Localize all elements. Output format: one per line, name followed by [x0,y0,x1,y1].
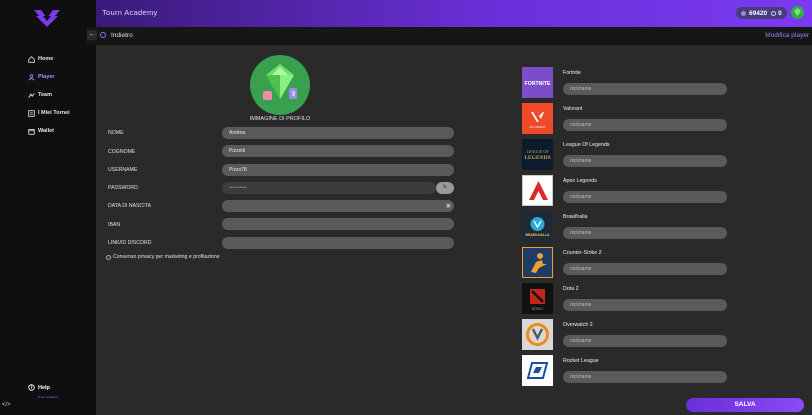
sidebar-item-label: Wallet [38,128,54,134]
nascita-label: DATA DI NASCITA [108,203,151,209]
dota-tile-label: DOTA 2 [532,307,543,311]
iban-field[interactable] [222,218,454,230]
ticket-count: 0 [778,9,782,17]
sidebar-item-label: Player [38,74,55,80]
password-label: PASSWORD [108,185,138,191]
nome-field[interactable]: Andrea [222,127,454,139]
game-name-dota2: Dota 2 [563,286,579,292]
profile-picture[interactable] [250,55,310,115]
wallet-icon [28,128,35,135]
game-tile-overwatch2 [522,319,553,350]
nome-label: NOME [108,130,124,136]
privacy-radio[interactable] [106,254,111,260]
profile-picture-label: IMMAGINE DI PROFILO [249,116,311,122]
home-icon [28,55,35,63]
topbar: Tourn Academy 69420 0 [96,0,812,27]
coin-balance[interactable]: 69420 0 [736,7,787,19]
birthdate-field[interactable] [222,200,454,212]
sidebar-brand-text: Tourn Academy [37,395,59,399]
game-tile-rocket-league [522,355,553,386]
game-name-fortnite: Fortnite [563,70,581,76]
tourn-logo[interactable] [32,8,62,28]
back-link[interactable]: Indietro [111,32,133,39]
sidebar-item-player[interactable]: Player [28,68,70,86]
password-field[interactable]: •••••••••• [222,182,436,194]
game-tile-fortnite: FORTNITE [522,67,553,98]
collapse-sidebar-icon[interactable]: </> [2,402,12,412]
game-name-lol: League Of Legends [563,142,610,148]
sidebar-item-help[interactable]: ? Help [28,384,50,391]
game-tile-cs2 [522,247,553,278]
sidebar-item-label: Home [38,56,54,62]
sidebar-nav: Home Player Team I Miei Tornei Wallet [28,50,70,140]
password-visibility-icon[interactable]: ✎ [436,182,454,194]
game-tile-dota2: DOTA 2 [522,283,553,314]
valorant-tile-label: VALORANT [530,125,546,129]
help-icon: ? [28,384,35,391]
discord-label: LINK/ID DISCORD [108,240,152,246]
privacy-consent[interactable]: Consenso privacy per marketing e profila… [106,254,220,260]
username-field[interactable]: Pizzo78 [222,164,454,176]
calendar-icon[interactable]: ▣ [446,203,451,209]
nickname-input-fortnite[interactable]: nickname [563,83,727,95]
brawlhalla-tile-label: BRAWLHALLA [526,233,550,237]
game-name-apex: Apex Legends [563,178,597,184]
privacy-label: Consenso privacy per marketing e profila… [113,254,220,260]
gem-icon [263,64,297,100]
nickname-input-lol[interactable]: nickname [563,155,727,167]
lol-tile-label-2: LEGENDS [524,155,550,161]
game-name-valorant: Valorant [563,106,583,112]
edit-player-link[interactable]: Modifica player [765,32,809,39]
sidebar-item-team[interactable]: Team [28,86,70,104]
nickname-input-valorant[interactable]: nickname [563,119,727,131]
subbar: ← Indietro Modifica player [86,27,812,45]
game-name-overwatch2: Overwatch 2 [563,322,593,328]
sidebar-item-label: Team [38,92,52,98]
fortnite-tile-label: FORTNITE [525,81,551,87]
user-icon [28,73,35,81]
sidebar: Home Player Team I Miei Tornei Wallet ? … [0,0,96,415]
ticket-icon [771,10,777,16]
game-tile-apex [522,175,553,206]
sidebar-item-label: I Miei Tornei [38,110,70,116]
svg-text:?: ? [30,385,33,390]
nickname-input-brawlhalla[interactable]: nickname [563,227,727,239]
back-circle-icon [100,32,106,38]
back-arrow-icon[interactable]: ← [87,30,97,40]
nickname-input-cs2[interactable]: nickname [563,263,727,275]
list-icon [28,109,35,117]
game-tile-lol: LEAGUE OF LEGENDS [522,139,553,170]
game-name-rocket-league: Rocket League [563,358,599,364]
coin-icon [741,10,746,16]
help-label: Help [38,384,50,391]
save-button[interactable]: SALVA [686,398,804,412]
cognome-field[interactable]: Pizzetti [222,145,454,157]
nickname-input-dota2[interactable]: nickname [563,299,727,311]
nickname-input-overwatch2[interactable]: nickname [563,335,727,347]
app-title: Tourn Academy [102,8,158,17]
lol-tile-label-1: LEAGUE OF [526,149,549,154]
nickname-input-apex[interactable]: nickname [563,191,727,203]
gem-avatar-icon [794,8,801,16]
discord-field[interactable] [222,237,454,249]
nickname-input-rocket-league[interactable]: nickname [563,371,727,383]
cognome-label: COGNOME [108,149,136,155]
sidebar-item-tornei[interactable]: I Miei Tornei [28,104,70,122]
game-name-brawlhalla: Brawlhalla [563,214,588,220]
sidebar-item-wallet[interactable]: Wallet [28,122,70,140]
username-label: USERNAME [108,167,138,173]
team-icon [28,92,35,98]
iban-label: IBAN [108,222,121,228]
coin-count: 69420 [749,9,768,17]
game-tile-valorant: VALORANT [522,103,553,134]
user-avatar[interactable] [791,6,804,19]
sidebar-item-home[interactable]: Home [28,50,70,68]
game-name-cs2: Counter-Strike 2 [563,250,602,256]
game-tile-brawlhalla: BRAWLHALLA [522,211,553,242]
